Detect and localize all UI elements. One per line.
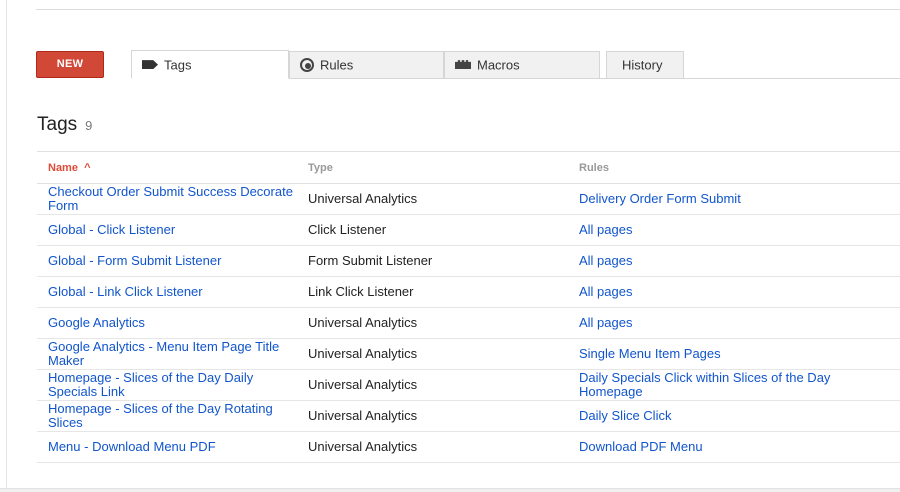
- tags-table: Name ^ Type Rules Checkout Order Submit …: [37, 151, 900, 463]
- tag-type: Universal Analytics: [308, 191, 418, 206]
- tab-history[interactable]: History: [606, 51, 684, 79]
- tag-rule-link[interactable]: Download PDF Menu: [579, 439, 703, 454]
- sort-ascending-icon: ^: [84, 161, 91, 174]
- table-row: Google Analytics - Menu Item Page Title …: [37, 338, 900, 370]
- table-row: Global - Click Listener Click Listener A…: [37, 214, 900, 246]
- table-row: Homepage - Slices of the Day Daily Speci…: [37, 369, 900, 401]
- tag-name-link[interactable]: Google Analytics - Menu Item Page Title …: [48, 339, 279, 368]
- bottom-divider: [0, 488, 900, 492]
- table-row: Global - Link Click Listener Link Click …: [37, 276, 900, 308]
- table-row: Homepage - Slices of the Day Rotating Sl…: [37, 400, 900, 432]
- tab-tags[interactable]: Tags: [131, 50, 289, 79]
- tab-macros-label: Macros: [477, 57, 520, 73]
- tag-rule-link[interactable]: All pages: [579, 253, 632, 268]
- table-header-row: Name ^ Type Rules: [37, 151, 900, 184]
- tab-tags-label: Tags: [164, 57, 192, 73]
- tag-name-link[interactable]: Homepage - Slices of the Day Daily Speci…: [48, 370, 253, 399]
- tag-type: Form Submit Listener: [308, 253, 433, 268]
- new-button[interactable]: NEW: [36, 51, 104, 78]
- page-title: Tags 9: [37, 114, 92, 136]
- macros-icon: [455, 60, 471, 70]
- rules-icon: [300, 57, 314, 72]
- tag-type: Universal Analytics: [308, 408, 418, 423]
- page-title-text: Tags: [37, 114, 78, 135]
- column-header-type[interactable]: Type: [297, 151, 568, 184]
- tag-type: Universal Analytics: [308, 439, 418, 454]
- tag-name-link[interactable]: Checkout Order Submit Success Decorate F…: [48, 184, 293, 213]
- tag-type: Universal Analytics: [308, 315, 418, 330]
- tag-type: Universal Analytics: [308, 377, 418, 392]
- tag-rule-link[interactable]: Single Menu Item Pages: [579, 346, 721, 361]
- top-divider: [36, 9, 900, 10]
- tag-name-link[interactable]: Global - Form Submit Listener: [48, 253, 221, 268]
- tag-name-link[interactable]: Global - Click Listener: [48, 222, 175, 237]
- tag-type: Universal Analytics: [308, 346, 418, 361]
- tag-name-link[interactable]: Homepage - Slices of the Day Rotating Sl…: [48, 401, 273, 430]
- tag-rule-link[interactable]: Daily Slice Click: [579, 408, 671, 423]
- table-row: Menu - Download Menu PDF Universal Analy…: [37, 431, 900, 463]
- tag-rule-link[interactable]: All pages: [579, 315, 632, 330]
- tab-history-label: History: [622, 57, 663, 73]
- tag-type: Click Listener: [308, 222, 387, 237]
- tab-macros[interactable]: Macros: [444, 51, 600, 79]
- table-row: Google Analytics Universal Analytics All…: [37, 307, 900, 339]
- tag-count: 9: [85, 118, 93, 133]
- table-row: Checkout Order Submit Success Decorate F…: [37, 183, 900, 215]
- tag-rule-link[interactable]: Delivery Order Form Submit: [579, 191, 741, 206]
- tag-name-link[interactable]: Google Analytics: [48, 315, 145, 330]
- column-header-rules[interactable]: Rules: [568, 151, 900, 184]
- tag-name-link[interactable]: Global - Link Click Listener: [48, 284, 203, 299]
- tag-rule-link[interactable]: All pages: [579, 284, 632, 299]
- tag-name-link[interactable]: Menu - Download Menu PDF: [48, 439, 216, 454]
- table-row: Global - Form Submit Listener Form Submi…: [37, 245, 900, 277]
- tag-type: Link Click Listener: [308, 284, 414, 299]
- tag-rule-link[interactable]: Daily Specials Click within Slices of th…: [579, 370, 830, 399]
- tab-rules-label: Rules: [320, 57, 354, 73]
- tag-rule-link[interactable]: All pages: [579, 222, 632, 237]
- column-name-label: Name: [48, 161, 78, 174]
- column-header-name[interactable]: Name ^: [37, 151, 297, 184]
- tag-icon: [142, 60, 158, 70]
- tab-rules[interactable]: Rules: [289, 51, 444, 79]
